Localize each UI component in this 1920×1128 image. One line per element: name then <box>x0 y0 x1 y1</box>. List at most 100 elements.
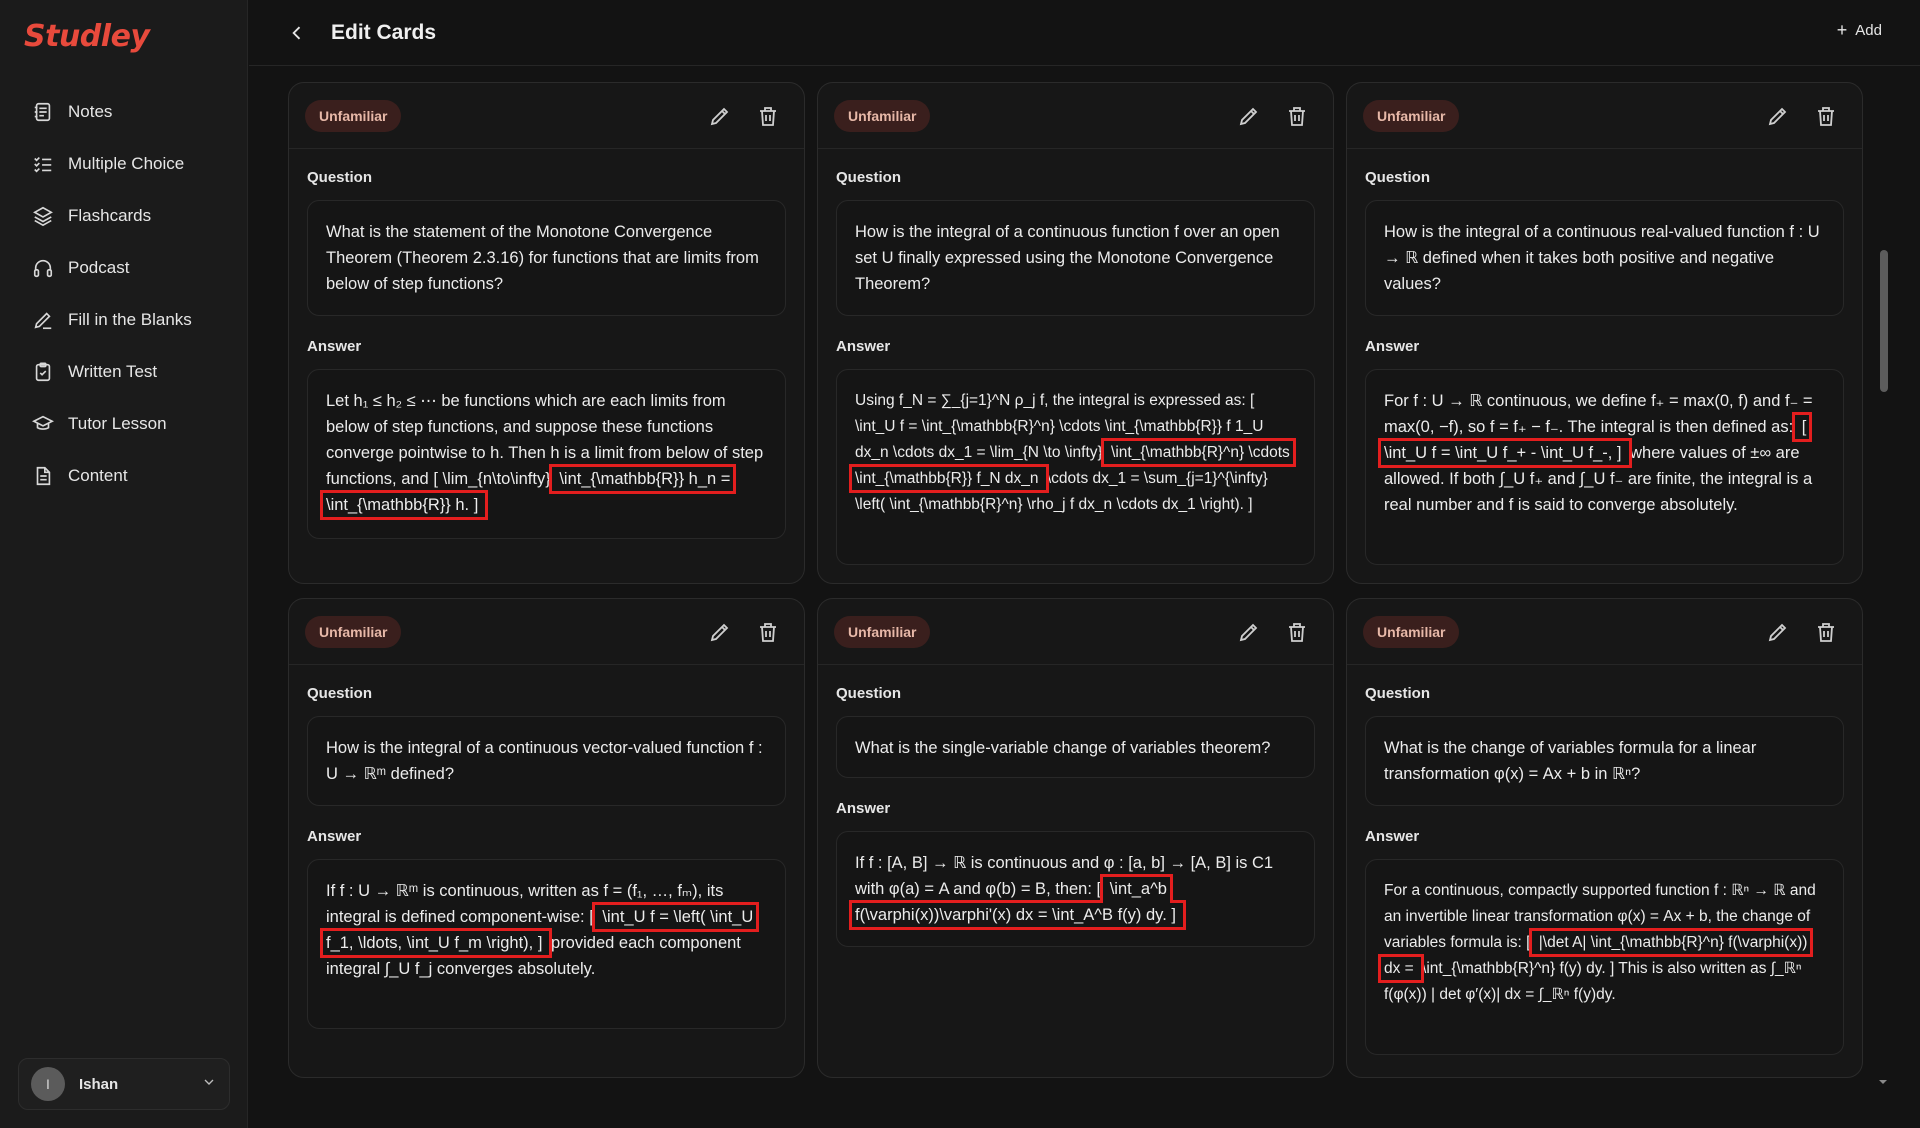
flashcard: Unfamiliar Question How is the integral … <box>288 598 805 1078</box>
flashcard: Unfamiliar Question What is the change o… <box>1346 598 1863 1078</box>
document-icon <box>32 465 54 487</box>
edit-icon[interactable] <box>708 104 732 133</box>
edit-icon[interactable] <box>1237 104 1261 133</box>
clipboard-icon <box>32 361 54 383</box>
trash-icon[interactable] <box>1814 620 1838 649</box>
sidebar-nav: Notes Multiple Choice Flashcards Podcast… <box>0 86 248 502</box>
layers-icon <box>32 205 54 227</box>
answer-text[interactable]: If f : [A, B] → ℝ is continuous and φ : … <box>836 831 1315 947</box>
question-text[interactable]: How is the integral of a continuous real… <box>1365 200 1844 316</box>
answer-label: Answer <box>836 800 891 817</box>
answer-text[interactable]: For f : U → ℝ continuous, we define f₊ =… <box>1365 369 1844 565</box>
sidebar: Studley Notes Multiple Choice Flashcards… <box>0 0 248 1128</box>
status-badge[interactable]: Unfamiliar <box>834 615 931 648</box>
edit-icon[interactable] <box>708 620 732 649</box>
card-header: Unfamiliar <box>289 83 804 149</box>
answer-text[interactable]: If f : U → ℝᵐ is continuous, written as … <box>307 859 786 1029</box>
card-header: Unfamiliar <box>818 599 1333 665</box>
question-label: Question <box>836 685 902 702</box>
page-title: Edit Cards <box>331 20 437 44</box>
flashcard: Unfamiliar Question How is the integral … <box>817 82 1334 584</box>
answer-label: Answer <box>1365 338 1420 355</box>
card-header: Unfamiliar <box>1347 599 1862 665</box>
flashcard: Unfamiliar Question What is the single-v… <box>817 598 1334 1078</box>
status-badge[interactable]: Unfamiliar <box>1363 615 1460 648</box>
studley-logo[interactable]: Studley <box>24 18 150 54</box>
card-header: Unfamiliar <box>818 83 1333 149</box>
chevron-down-icon <box>201 1074 217 1095</box>
scrollbar-thumb[interactable] <box>1880 250 1888 392</box>
add-label: Add <box>1855 21 1882 39</box>
pencil-icon <box>32 309 54 331</box>
user-name: Ishan <box>79 1075 119 1093</box>
answer-text-part: If f : [A, B] → ℝ is continuous and φ : … <box>855 854 1274 898</box>
question-text[interactable]: How is the integral of a continuous vect… <box>307 716 786 806</box>
status-badge[interactable]: Unfamiliar <box>834 99 931 132</box>
back-button[interactable] <box>285 21 309 45</box>
user-menu[interactable]: I Ishan <box>18 1058 230 1110</box>
sidebar-item-written-test[interactable]: Written Test <box>0 346 248 398</box>
checklist-icon <box>32 153 54 175</box>
question-label: Question <box>307 169 373 186</box>
answer-label: Answer <box>1365 828 1420 845</box>
answer-text-part: For f : U → ℝ continuous, we define f₊ =… <box>1384 392 1813 436</box>
answer-text[interactable]: For a continuous, compactly supported fu… <box>1365 859 1844 1055</box>
sidebar-item-label: Fill in the Blanks <box>68 310 192 329</box>
sidebar-item-multiple-choice[interactable]: Multiple Choice <box>0 138 248 190</box>
cards-grid: Unfamiliar Question What is the statemen… <box>288 82 1863 1128</box>
sidebar-item-flashcards[interactable]: Flashcards <box>0 190 248 242</box>
answer-label: Answer <box>836 338 891 355</box>
question-label: Question <box>1365 685 1431 702</box>
sidebar-item-label: Tutor Lesson <box>68 414 167 433</box>
question-label: Question <box>836 169 902 186</box>
trash-icon[interactable] <box>1814 104 1838 133</box>
sidebar-item-label: Multiple Choice <box>68 154 185 173</box>
sidebar-item-tutor-lesson[interactable]: Tutor Lesson <box>0 398 248 450</box>
notes-icon <box>32 101 54 123</box>
sidebar-item-label: Written Test <box>68 362 158 381</box>
card-header: Unfamiliar <box>1347 83 1862 149</box>
question-label: Question <box>307 685 373 702</box>
headphones-icon <box>32 257 54 279</box>
flashcard: Unfamiliar Question How is the integral … <box>1346 82 1863 584</box>
scrollbar[interactable] <box>1876 66 1890 1096</box>
sidebar-item-label: Flashcards <box>68 206 152 225</box>
scroll-down-arrow[interactable] <box>1878 1074 1888 1084</box>
question-text[interactable]: What is the single-variable change of va… <box>836 716 1315 778</box>
avatar: I <box>31 1067 65 1101</box>
question-text[interactable]: How is the integral of a continuous func… <box>836 200 1315 316</box>
answer-label: Answer <box>307 828 362 845</box>
status-badge[interactable]: Unfamiliar <box>305 615 402 648</box>
trash-icon[interactable] <box>756 620 780 649</box>
answer-text[interactable]: Using f_N = ∑_{j=1}^N ρ_j f, the integra… <box>836 369 1315 565</box>
sidebar-item-notes[interactable]: Notes <box>0 86 248 138</box>
question-text[interactable]: What is the change of variables formula … <box>1365 716 1844 806</box>
sidebar-item-label: Notes <box>68 102 113 121</box>
status-badge[interactable]: Unfamiliar <box>305 99 402 132</box>
sidebar-item-content[interactable]: Content <box>0 450 248 502</box>
add-button[interactable]: + Add <box>1837 21 1882 39</box>
sidebar-item-label: Podcast <box>68 258 130 277</box>
card-header: Unfamiliar <box>289 599 804 665</box>
question-label: Question <box>1365 169 1431 186</box>
sidebar-item-fill-in-the-blanks[interactable]: Fill in the Blanks <box>0 294 248 346</box>
flashcard: Unfamiliar Question What is the statemen… <box>288 82 805 584</box>
answer-label: Answer <box>307 338 362 355</box>
chevron-left-icon <box>292 26 301 39</box>
question-text[interactable]: What is the statement of the Monotone Co… <box>307 200 786 316</box>
trash-icon[interactable] <box>1285 620 1309 649</box>
answer-text[interactable]: Let h₁ ≤ h₂ ≤ ⋯ be functions which are e… <box>307 369 786 539</box>
edit-icon[interactable] <box>1237 620 1261 649</box>
sidebar-item-podcast[interactable]: Podcast <box>0 242 248 294</box>
plus-icon: + <box>1836 20 1848 40</box>
sidebar-item-label: Content <box>68 466 128 485</box>
edit-icon[interactable] <box>1766 620 1790 649</box>
edit-icon[interactable] <box>1766 104 1790 133</box>
logo-text: Studley <box>24 18 150 54</box>
trash-icon[interactable] <box>1285 104 1309 133</box>
graduation-cap-icon <box>32 413 54 435</box>
status-badge[interactable]: Unfamiliar <box>1363 99 1460 132</box>
top-bar: Edit Cards + Add <box>249 0 1920 66</box>
answer-text-part: \int_{\mathbb{R}^n} f(y) dy. ] This is a… <box>1384 960 1802 1003</box>
trash-icon[interactable] <box>756 104 780 133</box>
